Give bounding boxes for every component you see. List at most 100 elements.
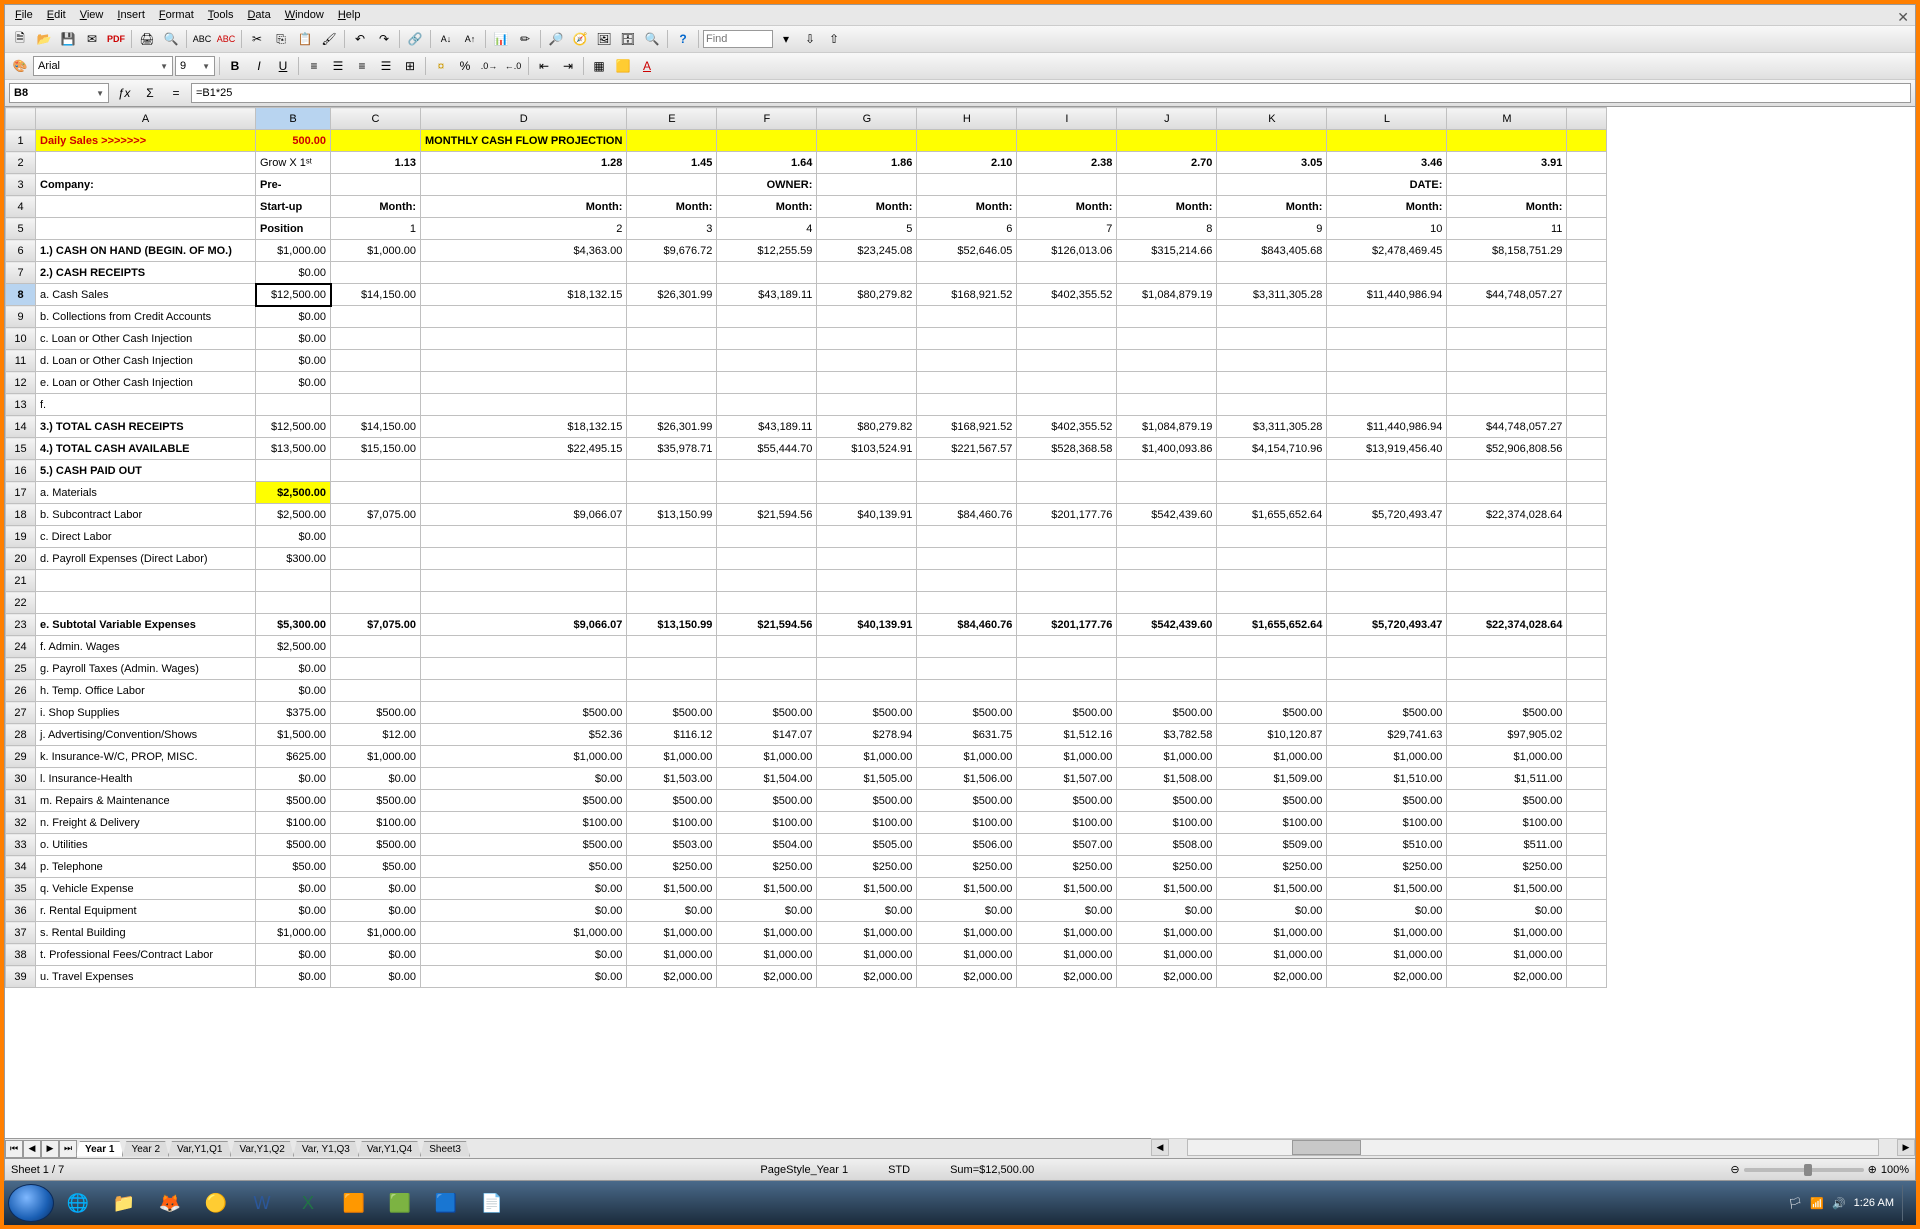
row-header-14[interactable]: 14	[6, 416, 36, 438]
row-header-30[interactable]: 30	[6, 768, 36, 790]
cell[interactable]	[817, 372, 917, 394]
cell[interactable]: k. Insurance-W/C, PROP, MISC.	[36, 746, 256, 768]
cell[interactable]	[1017, 636, 1117, 658]
cell[interactable]	[627, 372, 717, 394]
cell[interactable]: 500.00	[256, 130, 331, 152]
cell[interactable]	[917, 636, 1017, 658]
cell[interactable]: $44,748,057.27	[1447, 416, 1567, 438]
cell[interactable]: l. Insurance-Health	[36, 768, 256, 790]
copy-icon[interactable]: ⎘	[270, 28, 292, 50]
cell[interactable]	[1017, 570, 1117, 592]
cell[interactable]: q. Vehicle Expense	[36, 878, 256, 900]
paste-icon[interactable]: 📋	[294, 28, 316, 50]
cell[interactable]: $500.00	[1217, 702, 1327, 724]
cell[interactable]	[717, 350, 817, 372]
show-draw-icon[interactable]: ✏	[514, 28, 536, 50]
cell[interactable]	[1117, 306, 1217, 328]
cell[interactable]	[1117, 130, 1217, 152]
cell[interactable]: $250.00	[1017, 856, 1117, 878]
cell[interactable]: $1,000.00	[1017, 922, 1117, 944]
taskbar-app2-icon[interactable]: 🟩	[378, 1185, 422, 1221]
row-header-7[interactable]: 7	[6, 262, 36, 284]
cell[interactable]: $0.00	[256, 350, 331, 372]
cell[interactable]	[1447, 460, 1567, 482]
italic-icon[interactable]: I	[248, 55, 270, 77]
row-header-28[interactable]: 28	[6, 724, 36, 746]
cell[interactable]: $0.00	[331, 966, 421, 988]
cell[interactable]: $500.00	[717, 702, 817, 724]
cell[interactable]: $506.00	[917, 834, 1017, 856]
cell[interactable]	[627, 548, 717, 570]
column-header-F[interactable]: F	[717, 108, 817, 130]
row-header-39[interactable]: 39	[6, 966, 36, 988]
cell[interactable]: 4.) TOTAL CASH AVAILABLE	[36, 438, 256, 460]
borders-icon[interactable]: ▦	[588, 55, 610, 77]
cell[interactable]: $0.00	[421, 900, 627, 922]
cell[interactable]: 2.38	[1017, 152, 1117, 174]
cell[interactable]: $402,355.52	[1017, 284, 1117, 306]
cell[interactable]	[1017, 130, 1117, 152]
cell[interactable]: $5,300.00	[256, 614, 331, 636]
cell[interactable]: f. Admin. Wages	[36, 636, 256, 658]
cell[interactable]: $100.00	[1017, 812, 1117, 834]
cell[interactable]: $1,000.00	[331, 240, 421, 262]
cell[interactable]	[331, 592, 421, 614]
sheet-tab[interactable]: Var,Y1,Q2	[230, 1141, 293, 1157]
row-header-23[interactable]: 23	[6, 614, 36, 636]
cell[interactable]	[817, 592, 917, 614]
cell[interactable]: $0.00	[1017, 900, 1117, 922]
cell[interactable]	[717, 680, 817, 702]
sheet-tab[interactable]: Var,Y1,Q1	[168, 1141, 231, 1157]
cell[interactable]	[1447, 174, 1567, 196]
column-header-H[interactable]: H	[917, 108, 1017, 130]
cell[interactable]: $250.00	[717, 856, 817, 878]
row-header-24[interactable]: 24	[6, 636, 36, 658]
row-header-4[interactable]: 4	[6, 196, 36, 218]
column-header-L[interactable]: L	[1327, 108, 1447, 130]
cell[interactable]	[36, 570, 256, 592]
cell[interactable]	[917, 548, 1017, 570]
cell[interactable]	[1017, 482, 1117, 504]
cell[interactable]: 2.10	[917, 152, 1017, 174]
cell[interactable]: $528,368.58	[1017, 438, 1117, 460]
cell[interactable]	[1447, 328, 1567, 350]
cell[interactable]: $0.00	[1447, 900, 1567, 922]
tray-flag-icon[interactable]: 🏳	[1788, 1197, 1802, 1210]
cell[interactable]: Daily Sales >>>>>>>	[36, 130, 256, 152]
cell[interactable]: t. Professional Fees/Contract Labor	[36, 944, 256, 966]
cell[interactable]: $2,000.00	[817, 966, 917, 988]
undo-icon[interactable]: ↶	[349, 28, 371, 50]
cell[interactable]: 3.91	[1447, 152, 1567, 174]
cell[interactable]: $3,311,305.28	[1217, 416, 1327, 438]
cell[interactable]: $11,440,986.94	[1327, 284, 1447, 306]
cell[interactable]: Month:	[627, 196, 717, 218]
cell[interactable]: $500.00	[1017, 790, 1117, 812]
column-header-J[interactable]: J	[1117, 108, 1217, 130]
cell[interactable]: $1,000.00	[421, 922, 627, 944]
column-header-K[interactable]: K	[1217, 108, 1327, 130]
cell[interactable]	[627, 394, 717, 416]
column-header-D[interactable]: D	[421, 108, 627, 130]
cell[interactable]: $402,355.52	[1017, 416, 1117, 438]
cell[interactable]: $0.00	[256, 944, 331, 966]
sum-icon[interactable]: Σ	[139, 82, 161, 104]
cell[interactable]	[627, 592, 717, 614]
cell[interactable]: $80,279.82	[817, 284, 917, 306]
cell[interactable]: $500.00	[817, 790, 917, 812]
font-size-select[interactable]: 9▼	[175, 56, 215, 76]
cell[interactable]: $18,132.15	[421, 416, 627, 438]
find-dropdown-icon[interactable]: ▾	[775, 28, 797, 50]
cell[interactable]: $0.00	[817, 900, 917, 922]
chart-icon[interactable]: 📊	[490, 28, 512, 50]
cell[interactable]	[817, 680, 917, 702]
cell[interactable]: $542,439.60	[1117, 504, 1217, 526]
cell[interactable]	[331, 526, 421, 548]
background-color-icon[interactable]: 🟨	[612, 55, 634, 77]
cell[interactable]: $0.00	[331, 768, 421, 790]
find-input[interactable]	[703, 30, 773, 48]
taskbar-chrome-icon[interactable]: 🟡	[194, 1185, 238, 1221]
cell[interactable]: $103,524.91	[817, 438, 917, 460]
cell[interactable]	[817, 526, 917, 548]
cell[interactable]	[1447, 350, 1567, 372]
cell[interactable]	[1327, 262, 1447, 284]
